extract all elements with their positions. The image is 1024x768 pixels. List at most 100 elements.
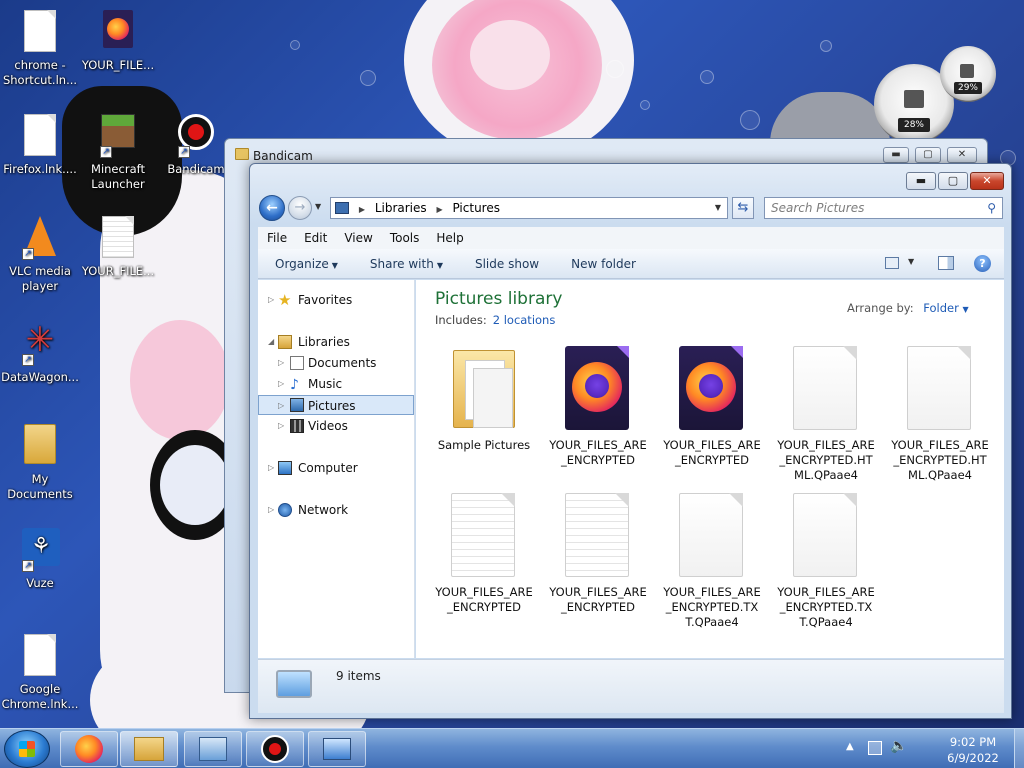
recent-pages-dropdown[interactable]: ▼ <box>315 202 321 211</box>
clock[interactable]: 9:02 PM 6/9/2022 <box>936 734 1010 766</box>
search-icon[interactable]: ⚲ <box>987 198 996 218</box>
control-panel-icon <box>199 737 227 761</box>
shortcut-arrow-icon: ↗ <box>22 354 34 366</box>
windows-logo-icon <box>19 741 35 757</box>
firefox-document-icon <box>679 346 745 432</box>
preview-pane-icon[interactable] <box>938 256 954 270</box>
volume-icon[interactable]: 🔈 <box>890 738 907 754</box>
file-item[interactable]: YOUR_FILES_ARE _ENCRYPTED.HT ML.QPaae4 <box>774 346 878 483</box>
desktop-icon-datawagon[interactable]: ✳ ↗ DataWagon... <box>0 322 80 385</box>
nav-documents[interactable]: ▷ Documents <box>258 353 414 373</box>
document-icon <box>22 634 58 678</box>
locations-link[interactable]: 2 locations <box>493 313 556 327</box>
explorer-window[interactable]: ▬ ▢ ✕ ← → ▼ ▶ Libraries ▶ Pictures ▼ ⇆ S… <box>249 163 1012 719</box>
forward-button[interactable]: → <box>288 196 312 220</box>
file-name: YOUR_FILES_ARE _ENCRYPTED.TX T.QPaae4 <box>777 585 875 629</box>
file-item[interactable]: YOUR_FILES_ARE _ENCRYPTED <box>546 346 650 468</box>
share-with-button[interactable]: Share with ▼ <box>353 257 458 271</box>
taskbar-control-panel[interactable] <box>184 731 242 767</box>
address-bar[interactable]: ▶ Libraries ▶ Pictures ▼ <box>330 197 728 219</box>
file-item[interactable]: YOUR_FILES_ARE _ENCRYPTED.HT ML.QPaae4 <box>888 346 992 483</box>
search-input[interactable]: Search Pictures ⚲ <box>764 197 1003 219</box>
nav-music[interactable]: ▷ ♪ Music <box>258 374 414 394</box>
file-item[interactable]: YOUR_FILES_ARE _ENCRYPTED.TX T.QPaae4 <box>774 493 878 630</box>
firefox-icon <box>75 735 103 763</box>
file-name: YOUR_FILES_ARE _ENCRYPTED <box>435 585 533 614</box>
file-item[interactable]: YOUR_FILES_ARE _ENCRYPTED.TX T.QPaae4 <box>660 493 764 630</box>
desktop-icon-your-files[interactable]: YOUR_FILE... <box>78 10 158 73</box>
firefox-document-icon <box>565 346 631 432</box>
shortcut-arrow-icon: ↗ <box>22 248 34 260</box>
menu-view[interactable]: View <box>335 231 380 245</box>
show-desktop-button[interactable] <box>1014 729 1024 768</box>
new-folder-button[interactable]: New folder <box>554 257 651 271</box>
address-dropdown-icon[interactable]: ▼ <box>715 198 721 218</box>
network-tray-icon[interactable] <box>868 741 882 755</box>
minecraft-icon: ↗ <box>100 114 136 158</box>
start-button[interactable] <box>4 730 50 768</box>
help-icon[interactable]: ? <box>974 255 991 272</box>
arrange-by-dropdown[interactable]: Folder ▼ <box>923 301 968 315</box>
arrange-by: Arrange by: Folder ▼ <box>847 301 969 315</box>
minimize-button[interactable]: ▬ <box>906 172 936 190</box>
view-dropdown-icon[interactable]: ▼ <box>908 257 914 266</box>
slide-show-button[interactable]: Slide show <box>458 257 554 271</box>
taskbar-remote-desktop[interactable] <box>308 731 366 767</box>
nav-computer[interactable]: ▷ Computer <box>258 458 414 478</box>
blank-document-icon <box>793 346 859 432</box>
nav-pictures[interactable]: ▷ Pictures <box>258 395 414 415</box>
taskbar-bandicam[interactable] <box>246 731 304 767</box>
maximize-button[interactable]: ▢ <box>915 147 941 163</box>
music-note-icon: ♪ <box>290 377 299 393</box>
show-hidden-icons-button[interactable]: ▲ <box>846 741 854 752</box>
film-icon <box>290 419 304 433</box>
minimize-button[interactable]: ▬ <box>883 147 909 163</box>
libraries-icon <box>278 335 292 349</box>
file-item[interactable]: YOUR_FILES_ARE _ENCRYPTED <box>660 346 764 468</box>
maximize-button[interactable]: ▢ <box>938 172 968 190</box>
menu-help[interactable]: Help <box>427 231 471 245</box>
desktop-icon-your-files-txt[interactable]: YOUR_FILE... <box>78 216 158 279</box>
library-thumbnail-icon <box>276 670 312 698</box>
desktop-icon-my-documents[interactable]: My Documents <box>0 424 80 502</box>
file-name: YOUR_FILES_ARE _ENCRYPTED <box>549 438 647 467</box>
nav-network[interactable]: ▷ Network <box>258 500 414 520</box>
desktop-icon-vuze[interactable]: ⚘ ↗ Vuze <box>0 528 80 591</box>
desktop-icon-minecraft[interactable]: ↗ Minecraft Launcher <box>78 114 158 192</box>
library-includes: Includes: 2 locations <box>435 313 556 327</box>
file-item[interactable]: YOUR_FILES_ARE _ENCRYPTED <box>432 493 536 615</box>
menu-file[interactable]: File <box>258 231 295 245</box>
desktop-icon-google-chrome-lnk[interactable]: Google Chrome.lnk... <box>0 634 80 712</box>
pictures-folder-icon <box>335 202 349 214</box>
file-name: YOUR_FILES_ARE _ENCRYPTED.HT ML.QPaae4 <box>891 438 989 482</box>
close-button[interactable]: ✕ <box>947 147 977 163</box>
nav-videos[interactable]: ▷ Videos <box>258 416 414 436</box>
pictures-icon <box>290 398 304 412</box>
nav-libraries[interactable]: ◢ Libraries <box>258 332 414 352</box>
refresh-button[interactable]: ⇆ <box>732 197 754 219</box>
taskbar-firefox[interactable] <box>60 731 118 767</box>
desktop-icon-firefox-lnk[interactable]: Firefox.lnk.... <box>0 114 80 177</box>
item-count: 9 items <box>336 669 381 683</box>
file-item[interactable]: YOUR_FILES_ARE _ENCRYPTED <box>546 493 650 615</box>
firefox-document-icon <box>100 10 136 54</box>
blank-document-icon <box>907 346 973 432</box>
taskbar-explorer[interactable] <box>120 731 178 767</box>
nav-favorites[interactable]: ▷ ★ Favorites <box>258 290 414 310</box>
breadcrumb-libraries[interactable]: Libraries <box>375 201 427 215</box>
file-item[interactable]: Sample Pictures <box>432 346 536 453</box>
desktop-icon-chrome-shortcut[interactable]: chrome - Shortcut.ln... <box>0 10 80 88</box>
taskbar: ▲ 🔈 9:02 PM 6/9/2022 <box>0 728 1024 768</box>
organize-button[interactable]: Organize ▼ <box>258 257 353 271</box>
close-button[interactable]: ✕ <box>970 172 1004 190</box>
menu-edit[interactable]: Edit <box>295 231 335 245</box>
text-document-icon <box>565 493 631 579</box>
menu-tools[interactable]: Tools <box>381 231 428 245</box>
desktop-icon-vlc[interactable]: ↗ VLC media player <box>0 216 80 294</box>
breadcrumb-pictures[interactable]: Pictures <box>452 201 500 215</box>
back-button[interactable]: ← <box>259 195 285 221</box>
star-icon: ★ <box>278 291 292 309</box>
bandicam-record-icon: ↗ <box>178 114 214 158</box>
folder-icon <box>22 424 58 468</box>
change-view-icon[interactable] <box>885 257 899 269</box>
